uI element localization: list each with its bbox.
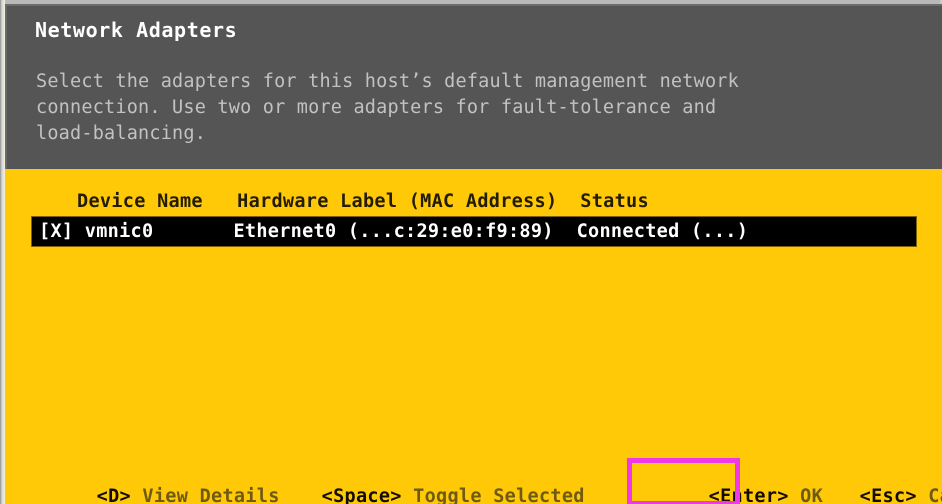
- hotkey-toggle-selected-key: <Space>: [321, 486, 402, 504]
- footer-hotkey-bar: <D> View Details <Space> Toggle Selected…: [5, 448, 942, 504]
- adapter-table-header: Device Name Hardware Label (MAC Address)…: [77, 191, 649, 212]
- table-row[interactable]: [X] vmnic0 Ethernet0 (...c:29:e0:f9:89) …: [32, 217, 916, 246]
- page-title: Network Adapters: [35, 18, 238, 42]
- dialog-description: Select the adapters for this host’s defa…: [36, 71, 739, 144]
- esxi-dcui-network-adapters-screen: Network Adapters Select the adapters for…: [0, 0, 942, 504]
- hotkey-toggle-selected-label: Toggle Selected: [401, 486, 585, 504]
- dialog-header: Network Adapters Select the adapters for…: [5, 4, 942, 169]
- hotkey-cancel[interactable]: <Esc> Cancel: [791, 465, 942, 504]
- table-row-text: [X] vmnic0 Ethernet0 (...c:29:e0:f9:89) …: [39, 221, 749, 242]
- hotkey-cancel-key: <Esc>: [859, 486, 917, 504]
- hotkey-toggle-selected[interactable]: <Space> Toggle Selected: [253, 465, 585, 504]
- hotkey-cancel-label: Cancel: [928, 486, 942, 504]
- hotkey-ok-key: <Enter>: [708, 486, 789, 504]
- hotkey-view-details[interactable]: <D> View Details: [28, 465, 280, 504]
- hotkey-view-details-key: <D>: [96, 486, 131, 504]
